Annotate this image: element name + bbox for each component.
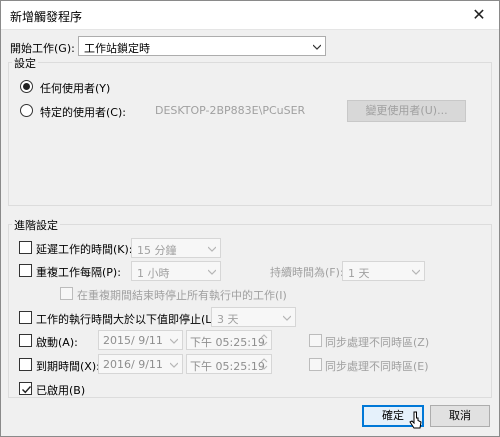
chevron-down-icon — [208, 246, 216, 252]
start-task-value: 工作站鎖定時 — [84, 42, 150, 55]
settings-group-title: 設定 — [12, 55, 38, 71]
specific-user-radio[interactable] — [20, 104, 33, 117]
chevron-down-icon — [170, 338, 178, 344]
repeat-value: 1 小時 — [137, 267, 170, 280]
delay-label: 延遲工作的時間(K): — [36, 243, 133, 256]
stop-longer-label: 工作的執行時間大於以下值即停止(L): — [36, 313, 220, 326]
repeat-checkbox[interactable] — [19, 264, 32, 277]
spin-up-icon[interactable] — [258, 332, 270, 340]
expire-label: 到期時間(X): — [36, 360, 100, 373]
start-task-select[interactable]: 工作站鎖定時 — [78, 36, 326, 56]
duration-select[interactable]: 1 天 — [342, 261, 425, 281]
expire-sync-label: 同步處理不同時區(E) — [325, 360, 429, 373]
expire-time-spinner[interactable]: 下午 05:25:19 — [186, 354, 272, 374]
change-user-button[interactable]: 變更使用者(U)... — [347, 100, 466, 122]
stop-running-checkbox[interactable] — [60, 287, 73, 300]
activate-sync-label: 同步處理不同時區(Z) — [325, 336, 430, 349]
activate-time-spinner[interactable]: 下午 05:25:19 — [186, 330, 272, 350]
spin-down-icon[interactable] — [258, 340, 270, 348]
cancel-button[interactable]: 取消 — [430, 405, 490, 427]
chevron-down-icon — [412, 269, 420, 275]
specific-user-label: 特定的使用者(C): — [40, 106, 126, 119]
expire-sync-checkbox[interactable] — [309, 358, 322, 371]
expire-date-picker[interactable]: 2016/ 9/11 — [98, 354, 183, 374]
chevron-down-icon — [208, 269, 216, 275]
title-bar: 新增觸發程序 ✕ — [0, 0, 500, 30]
enabled-checkbox[interactable] — [19, 382, 32, 395]
chevron-down-icon — [283, 315, 291, 321]
duration-label: 持續時間為(F): — [270, 266, 344, 279]
close-icon[interactable]: ✕ — [466, 4, 492, 26]
activate-date-value: 2015/ 9/11 — [103, 334, 163, 347]
expire-date-value: 2016/ 9/11 — [103, 358, 163, 371]
stop-longer-value: 3 天 — [217, 313, 239, 326]
any-user-radio[interactable] — [20, 80, 33, 93]
expire-checkbox[interactable] — [19, 358, 32, 371]
activate-date-picker[interactable]: 2015/ 9/11 — [98, 330, 183, 350]
spin-down-icon[interactable] — [258, 364, 270, 372]
advanced-group-title: 進階設定 — [12, 217, 60, 233]
stop-running-label: 在重複期間結束時停止所有執行中的工作(I) — [77, 289, 287, 302]
activate-time-value: 下午 05:25:19 — [190, 336, 265, 349]
chevron-down-icon — [170, 362, 178, 368]
spin-up-icon[interactable] — [258, 356, 270, 364]
activate-checkbox[interactable] — [19, 334, 32, 347]
checkmark-icon — [22, 386, 32, 394]
expire-time-value: 下午 05:25:19 — [190, 360, 265, 373]
stop-longer-select[interactable]: 3 天 — [211, 307, 296, 327]
delay-value: 15 分鐘 — [137, 244, 177, 257]
repeat-label: 重複工作每隔(P): — [36, 266, 121, 279]
chevron-down-icon — [313, 44, 321, 50]
user-account-value: DESKTOP-2BP883E\PCuSER — [155, 104, 306, 117]
mouse-pointer-icon — [409, 411, 422, 429]
activate-label: 啟動(A): — [36, 336, 78, 349]
enabled-label: 已啟用(B) — [36, 384, 86, 397]
repeat-select[interactable]: 1 小時 — [131, 261, 221, 281]
window-title: 新增觸發程序 — [10, 10, 83, 24]
stop-longer-checkbox[interactable] — [19, 311, 32, 324]
any-user-label: 任何使用者(Y) — [40, 82, 111, 95]
delay-select[interactable]: 15 分鐘 — [131, 238, 221, 258]
delay-checkbox[interactable] — [19, 241, 32, 254]
start-task-label: 開始工作(G): — [10, 42, 75, 55]
activate-sync-checkbox[interactable] — [309, 334, 322, 347]
duration-value: 1 天 — [348, 267, 370, 280]
